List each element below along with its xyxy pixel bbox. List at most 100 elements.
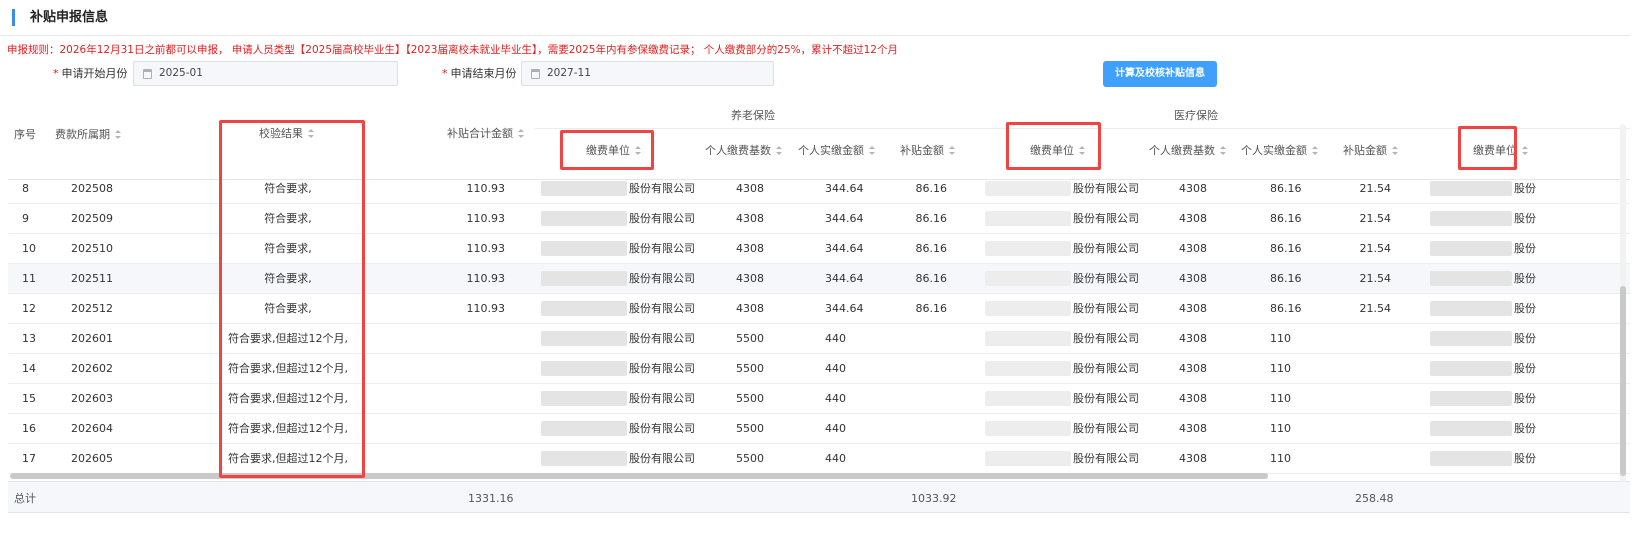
cell-p-actual: 440 [825,332,846,345]
cell-m-actual: 86.16 [1270,242,1302,255]
cell-total: 110.93 [466,212,506,225]
col-header-medical-actual-text: 个人实缴金额 [1241,144,1307,157]
cell-p-actual: 440 [825,362,846,375]
cell-p-base: 4308 [736,182,764,195]
cell-p-actual: 440 [825,452,846,465]
cell-m-actual: 110 [1270,392,1291,405]
sort-icon[interactable] [1312,146,1319,155]
col-header-pension-subsidy-text: 补贴金额 [900,144,944,157]
sort-icon[interactable] [1522,146,1529,155]
col-header-medical-subsidy[interactable]: 补贴金额 [1343,143,1399,158]
end-month-picker[interactable]: 2027-11 [521,61,774,86]
redacted-company-name [541,241,627,256]
redacted-company-name [541,451,627,466]
cell-seq: 14 [22,362,36,375]
section-accent-bar [12,9,15,26]
cell-p-base: 4308 [736,272,764,285]
cell-p-actual: 344.64 [825,212,864,225]
redacted-company-name [541,271,627,286]
col-header-pension-subsidy[interactable]: 补贴金额 [900,143,956,158]
table-summary-row: 总计 1331.16 1033.92 258.48 [8,481,1630,513]
cell-u3: 股份 [1514,182,1536,195]
redacted-company-name [985,181,1071,196]
cell-u3: 股份 [1514,452,1536,465]
redacted-company-name [1430,241,1512,256]
col-header-subsidy-total[interactable]: 补贴合计金额 [447,126,525,141]
cell-seq: 11 [22,272,36,285]
sort-icon[interactable] [1392,146,1399,155]
cell-m-unit: 股份有限公司 [1073,452,1139,465]
redacted-company-name [985,451,1071,466]
col-header-pension-actual-text: 个人实缴金额 [798,144,864,157]
col-header-medical-base[interactable]: 个人缴费基数 [1149,143,1227,158]
cell-u3: 股份 [1514,272,1536,285]
highlight-box-third-unit [1458,126,1517,170]
highlight-box-medical-unit [1006,122,1101,170]
summary-pension-subsidy: 1033.92 [911,492,957,505]
col-header-pension-base[interactable]: 个人缴费基数 [705,143,783,158]
cell-m-sub: 21.54 [1359,302,1392,315]
cell-seq: 10 [22,242,36,255]
section-header: 补贴申报信息 [0,0,1630,36]
col-header-period[interactable]: 费款所属期 [55,127,122,142]
sort-icon[interactable] [518,129,525,138]
cell-p-base: 5500 [736,392,764,405]
redacted-company-name [985,301,1071,316]
col-header-medical-actual[interactable]: 个人实缴金额 [1241,143,1319,158]
cell-p-unit: 股份有限公司 [629,452,695,465]
cell-p-unit: 股份有限公司 [629,302,695,315]
summary-label: 总计 [14,492,36,505]
redacted-company-name [1430,211,1512,226]
cell-p-sub: 86.16 [915,302,948,315]
col-header-medical-subsidy-text: 补贴金额 [1343,144,1387,157]
redacted-company-name [1430,271,1512,286]
cell-period: 202508 [71,182,113,195]
cell-m-base: 4308 [1179,332,1207,345]
start-month-label: * 申请开始月份 [53,61,128,86]
vertical-scrollbar-thumb[interactable] [1620,286,1626,476]
sort-icon[interactable] [869,146,876,155]
sort-icon[interactable] [115,130,122,139]
redacted-company-name [1430,331,1512,346]
cell-u3: 股份 [1514,242,1536,255]
col-header-seq: 序号 [14,128,36,141]
redacted-company-name [985,211,1071,226]
required-mark: * [442,67,448,80]
redacted-company-name [541,331,627,346]
start-month-label-text: 申请开始月份 [61,67,128,80]
col-header-period-text: 费款所属期 [55,128,110,141]
redacted-company-name [985,391,1071,406]
cell-m-unit: 股份有限公司 [1073,362,1139,375]
cell-period: 202510 [71,242,113,255]
cell-m-base: 4308 [1179,422,1207,435]
redacted-company-name [541,211,627,226]
col-header-pension-actual[interactable]: 个人实缴金额 [798,143,876,158]
redacted-company-name [1430,361,1512,376]
cell-p-unit: 股份有限公司 [629,362,695,375]
horizontal-scrollbar[interactable] [10,473,1268,479]
cell-total: 110.93 [466,272,506,285]
cell-p-sub: 86.16 [915,242,948,255]
cell-p-unit: 股份有限公司 [629,272,695,285]
cell-seq: 17 [22,452,36,465]
cell-p-base: 5500 [736,422,764,435]
cell-p-unit: 股份有限公司 [629,212,695,225]
cell-m-unit: 股份有限公司 [1073,272,1139,285]
cell-m-sub: 21.54 [1359,272,1392,285]
sort-icon[interactable] [776,146,783,155]
cell-m-unit: 股份有限公司 [1073,332,1139,345]
redacted-company-name [985,271,1071,286]
sort-icon[interactable] [1220,146,1227,155]
sort-icon[interactable] [949,146,956,155]
redacted-company-name [541,181,627,196]
calendar-icon [531,69,540,79]
cell-m-actual: 86.16 [1270,302,1302,315]
calculate-check-subsidy-button[interactable]: 计算及校核补贴信息 [1103,61,1217,87]
start-month-picker[interactable]: 2025-01 [133,61,398,86]
calendar-icon [143,69,152,79]
start-month-value: 2025-01 [159,67,203,79]
cell-m-base: 4308 [1179,392,1207,405]
cell-m-actual: 110 [1270,452,1291,465]
cell-m-unit: 股份有限公司 [1073,392,1139,405]
cell-period: 202509 [71,212,113,225]
